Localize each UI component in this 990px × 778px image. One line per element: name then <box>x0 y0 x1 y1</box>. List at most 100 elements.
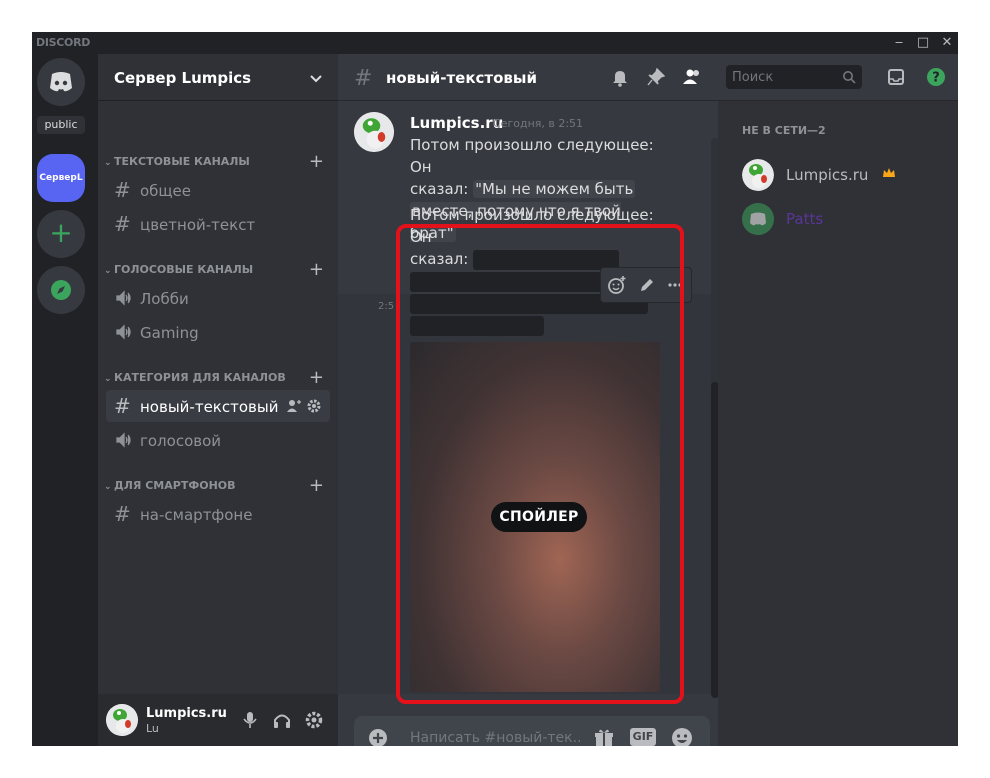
speaker-icon <box>116 290 131 306</box>
message-composer: GIF <box>354 716 710 746</box>
channel-sidebar: Сервер Lumpics ⌄ ТЕКСТОВЫЕ КАНАЛЫ + # общ… <box>98 54 338 746</box>
avatar[interactable] <box>354 112 394 152</box>
create-channel-button[interactable]: + <box>309 369 324 387</box>
revealed-spoiler-text[interactable]: "Мы не можем быть <box>473 180 636 198</box>
username: Lumpics.ru <box>146 706 227 721</box>
member-name: Lumpics.ru <box>786 166 869 184</box>
member-name: Patts <box>786 210 824 228</box>
channel-label: общее <box>140 182 192 200</box>
hash-icon: # <box>114 394 131 418</box>
server-icon-lumpics[interactable]: СерверL <box>37 154 85 202</box>
add-attachment-icon[interactable] <box>368 728 388 746</box>
server-name: Сервер Lumpics <box>114 69 252 87</box>
member-item[interactable]: Patts <box>726 198 950 240</box>
chevron-down-icon: ⌄ <box>104 266 112 276</box>
message-input[interactable] <box>410 729 580 746</box>
voice-channel-voice[interactable]: голосовой <box>106 424 330 456</box>
discord-window: DISCORD ‒ □ ✕ public СерверL + Сервер Lu… <box>32 32 958 746</box>
discord-logo-icon <box>50 72 72 92</box>
category-channel-category[interactable]: ⌄ КАТЕГОРИЯ ДЛЯ КАНАЛОВ <box>104 370 286 386</box>
message-text: сказал: <box>410 180 474 198</box>
channel-label: Лобби <box>140 290 189 308</box>
channel-general[interactable]: # общее <box>106 174 330 206</box>
search-icon <box>843 71 856 84</box>
plus-icon: + <box>49 216 73 249</box>
avatar[interactable] <box>106 704 138 736</box>
gif-button[interactable]: GIF <box>630 728 656 746</box>
home-button[interactable] <box>37 58 85 106</box>
member-section-heading: НЕ В СЕТИ—2 <box>742 124 826 137</box>
svg-text:?: ? <box>932 71 940 86</box>
pin-icon[interactable] <box>646 67 666 87</box>
inbox-icon[interactable] <box>886 67 906 87</box>
server-list: public СерверL + <box>32 54 98 746</box>
member-item[interactable]: Lumpics.ru <box>726 154 950 196</box>
chevron-down-icon: ⌄ <box>104 482 112 492</box>
message-timestamp: Сегодня, в 2:51 <box>493 117 584 130</box>
channel-label: на-смартфоне <box>140 506 253 524</box>
message-text: Потом произошло следующее: Он <box>410 136 654 176</box>
discord-logo-icon <box>742 203 774 235</box>
hash-icon: # <box>114 502 131 526</box>
member-list: НЕ В СЕТИ—2 Lumpics.ru Patts <box>718 100 958 746</box>
server-header[interactable]: Сервер Lumpics <box>98 54 338 101</box>
channel-colored-text[interactable]: # цветной-текст <box>106 208 330 240</box>
search-box[interactable] <box>726 65 862 89</box>
channel-new-text[interactable]: # новый-текстовый <box>106 390 330 422</box>
voice-channel-lobby[interactable]: Лобби <box>106 282 330 314</box>
chevron-down-icon: ⌄ <box>104 374 112 384</box>
close-button[interactable]: ✕ <box>938 34 956 52</box>
public-server-label[interactable]: public <box>37 116 85 134</box>
category-label: ГОЛОСОВЫЕ КАНАЛЫ <box>114 263 254 276</box>
help-icon[interactable]: ? <box>926 67 946 87</box>
speaker-icon <box>116 324 131 340</box>
category-label: ДЛЯ СМАРТФОНОВ <box>114 479 236 492</box>
search-input[interactable] <box>732 69 840 85</box>
crown-icon <box>883 168 895 177</box>
create-channel-button[interactable]: + <box>309 261 324 279</box>
speaker-icon <box>116 432 131 448</box>
message-author[interactable]: Lumpics.ru <box>410 114 503 132</box>
avatar <box>742 159 774 191</box>
members-icon[interactable] <box>682 67 702 87</box>
chat-area: # новый-текстовый ? 2:5 Lumpics.ru <box>338 54 958 746</box>
category-label: КАТЕГОРИЯ ДЛЯ КАНАЛОВ <box>114 371 286 384</box>
channel-label: цветной-текст <box>140 216 256 234</box>
yoshi-avatar-icon <box>354 112 394 152</box>
gear-icon[interactable] <box>304 710 324 730</box>
hash-icon: # <box>354 66 373 91</box>
chevron-down-icon <box>310 75 322 83</box>
bell-icon[interactable] <box>610 67 630 87</box>
explore-servers-button[interactable] <box>37 266 85 314</box>
category-label: ТЕКСТОВЫЕ КАНАЛЫ <box>114 155 250 168</box>
channel-on-smartphone[interactable]: # на-смартфоне <box>106 498 330 530</box>
message-side-timestamp: 2:5 <box>378 301 395 312</box>
discord-wordmark: DISCORD <box>36 36 91 49</box>
category-voice-channels[interactable]: ⌄ ГОЛОСОВЫЕ КАНАЛЫ <box>104 262 253 278</box>
channel-header: # новый-текстовый ? <box>338 54 958 101</box>
invite-user-icon[interactable] <box>286 398 302 414</box>
maximize-button[interactable]: □ <box>914 34 932 52</box>
gift-icon[interactable] <box>592 726 616 746</box>
user-tag: Lu <box>146 722 159 735</box>
headphones-icon[interactable] <box>272 710 292 730</box>
gear-icon[interactable] <box>306 398 322 414</box>
hash-icon: # <box>114 178 131 202</box>
avatar <box>742 203 774 235</box>
category-text-channels[interactable]: ⌄ ТЕКСТОВЫЕ КАНАЛЫ <box>104 154 250 170</box>
user-panel: Lumpics.ru Lu <box>98 694 338 746</box>
add-server-button[interactable]: + <box>37 210 85 258</box>
category-for-smartphones[interactable]: ⌄ ДЛЯ СМАРТФОНОВ <box>104 478 236 494</box>
create-channel-button[interactable]: + <box>309 477 324 495</box>
hash-icon: # <box>114 212 131 236</box>
minimize-button[interactable]: ‒ <box>890 34 908 52</box>
emoji-icon[interactable] <box>670 726 694 746</box>
chevron-down-icon: ⌄ <box>104 158 112 168</box>
channel-label: голосовой <box>140 432 222 450</box>
create-channel-button[interactable]: + <box>309 153 324 171</box>
channel-label: Gaming <box>140 324 199 342</box>
annotation-highlight-frame <box>396 224 684 704</box>
voice-channel-gaming[interactable]: Gaming <box>106 316 330 348</box>
compass-icon <box>51 280 71 300</box>
microphone-icon[interactable] <box>240 710 260 730</box>
